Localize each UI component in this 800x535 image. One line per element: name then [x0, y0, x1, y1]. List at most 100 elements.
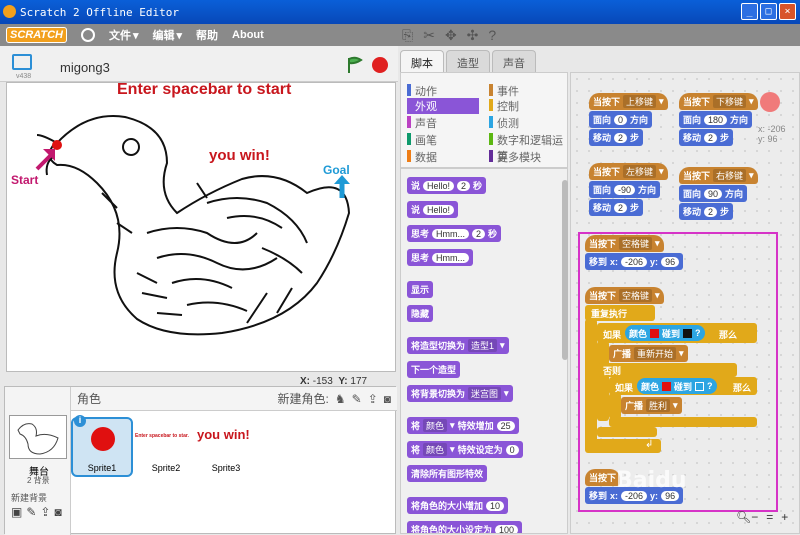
- sprite-upload-icon[interactable]: ⇪: [368, 392, 378, 406]
- script-down-point[interactable]: 面向 180 方向: [679, 111, 753, 128]
- category-events[interactable]: 事件: [489, 83, 519, 99]
- sprite-paint-icon[interactable]: ✎: [352, 392, 362, 406]
- script-up-move[interactable]: 移动 2 步: [589, 129, 644, 146]
- sprite-header: 角色 新建角色: ♞ ✎ ⇪ ◙: [71, 387, 397, 411]
- block-palette: 说 Hello! 2 秒 说 Hello! 思考 Hmm... 2 秒 思考 Hmm... 显示…: [400, 168, 568, 534]
- sprite-pane: 舞台 2 背景 新建背景 ▣ ✎ ⇪ ◙ 角色 新建角色: ♞ ✎ ⇪ ◙ i …: [4, 386, 397, 535]
- backdrop-paint-icon[interactable]: ✎: [26, 505, 36, 519]
- watermark: Baidu: [616, 468, 687, 493]
- sprite3-thumb-text: you win!: [197, 427, 250, 442]
- script-right-move[interactable]: 移动 2 步: [679, 203, 734, 220]
- palette-scrollbar[interactable]: [562, 180, 568, 360]
- block-next-costume[interactable]: 下一个造型: [407, 361, 461, 378]
- stop-icon[interactable]: [372, 57, 388, 73]
- backdrop-camera-icon[interactable]: ◙: [54, 505, 61, 519]
- script-right-point[interactable]: 面向 90 方向: [679, 185, 748, 202]
- stage-backdrop-count: 2 背景: [27, 476, 50, 485]
- stage-canvas[interactable]: Enter spacebar to start you win! Start G…: [6, 82, 396, 372]
- stage-column: 舞台 2 背景 新建背景 ▣ ✎ ⇪ ◙: [5, 387, 71, 535]
- new-backdrop-tools: ▣ ✎ ⇪ ◙: [11, 505, 62, 519]
- sprite-library-icon[interactable]: ♞: [335, 392, 346, 406]
- block-change-effect[interactable]: 将颜色 ▾ 特效增加 25: [407, 417, 519, 434]
- maximize-button[interactable]: □: [760, 3, 777, 20]
- script-up-hat[interactable]: 当按下 上移键 ▾: [589, 93, 668, 110]
- category-sound[interactable]: 声音: [407, 115, 437, 131]
- globe-icon[interactable]: [80, 28, 95, 42]
- stage-thumbnail[interactable]: [9, 415, 67, 459]
- menu-edit[interactable]: 编辑: [153, 27, 175, 43]
- zoom-in-icon[interactable]: +: [781, 510, 788, 524]
- sprite-preview-ball: [760, 92, 780, 112]
- script-left-hat[interactable]: 当按下 左移键 ▾: [589, 163, 668, 180]
- version-label: v438: [16, 73, 32, 80]
- block-categories: 动作 外观 声音 画笔 数据 事件 控制 侦测 数字和逻辑运算 更多模块: [400, 72, 568, 168]
- script-down-hat[interactable]: 当按下 下移键 ▾: [679, 93, 758, 110]
- minimize-button[interactable]: _: [741, 3, 758, 20]
- sprite-name: Sprite3: [211, 463, 241, 473]
- green-flag-icon[interactable]: [346, 56, 364, 74]
- script-right-hat[interactable]: 当按下 右移键 ▾: [679, 167, 758, 184]
- block-set-effect[interactable]: 将颜色 ▾ 特效设定为 0: [407, 441, 523, 458]
- sprite2-thumb-text: Enter spacebar to star.: [135, 433, 189, 439]
- sprite-coords: x: -206 y: 96: [758, 124, 786, 144]
- menu-about[interactable]: About: [232, 29, 264, 41]
- sprite-name: Sprite1: [87, 463, 117, 473]
- block-set-size[interactable]: 将角色的大小设定为 100: [407, 521, 523, 533]
- backdrop-upload-icon[interactable]: ⇪: [40, 505, 50, 519]
- zoom-reset-icon[interactable]: =: [766, 510, 773, 524]
- project-name[interactable]: migong3: [60, 60, 110, 75]
- delete-icon[interactable]: ✂: [423, 27, 435, 44]
- sprite-name: Sprite2: [151, 463, 181, 473]
- zoom-out-icon[interactable]: 🔍︎−: [736, 510, 758, 524]
- category-looks[interactable]: 外观: [407, 98, 479, 114]
- category-more-blocks[interactable]: 更多模块: [489, 149, 541, 165]
- new-sprite-label: 新建角色:: [277, 392, 329, 406]
- block-hide[interactable]: 隐藏: [407, 305, 434, 322]
- stage-header: v438 migong3: [0, 46, 398, 82]
- duplicate-icon[interactable]: ⎘: [402, 27, 413, 44]
- block-say[interactable]: 说 Hello!: [407, 201, 459, 218]
- category-motion[interactable]: 动作: [407, 83, 437, 99]
- shrink-icon[interactable]: ✣: [467, 27, 479, 44]
- block-change-size[interactable]: 将角色的大小增加 10: [407, 497, 509, 514]
- script-left-point[interactable]: 面向 -90 方向: [589, 181, 661, 198]
- block-switch-backdrop[interactable]: 将背景切换为 迷宫图 ▾: [407, 385, 513, 402]
- block-think[interactable]: 思考 Hmm...: [407, 249, 474, 266]
- sprite-tile-3[interactable]: you win! Sprite3: [195, 417, 257, 477]
- category-control[interactable]: 控制: [489, 98, 519, 114]
- block-show[interactable]: 显示: [407, 281, 434, 298]
- block-switch-costume[interactable]: 将造型切换为 造型1 ▾: [407, 337, 509, 354]
- new-backdrop-label: 新建背景: [11, 493, 48, 503]
- window-titlebar: Scratch 2 Offline Editor _ □ ×: [0, 0, 800, 24]
- script-left-move[interactable]: 移动 2 步: [589, 199, 644, 216]
- menu-file[interactable]: 文件: [109, 27, 131, 43]
- grow-icon[interactable]: ✥: [445, 27, 457, 44]
- category-data[interactable]: 数据: [407, 149, 437, 165]
- sprites-heading: 角色: [77, 392, 102, 406]
- category-pen[interactable]: 画笔: [407, 132, 437, 148]
- menu-bar: SCRATCH 文件 ▾ 编辑 ▾ 帮助 About: [0, 24, 800, 46]
- script-up-point[interactable]: 面向 0 方向: [589, 111, 653, 128]
- close-button[interactable]: ×: [779, 3, 796, 20]
- block-say-for-secs[interactable]: 说 Hello! 2 秒: [407, 177, 487, 194]
- menu-help[interactable]: 帮助: [196, 27, 218, 43]
- sprite-camera-icon[interactable]: ◙: [384, 392, 391, 406]
- window-title: Scratch 2 Offline Editor: [20, 5, 179, 19]
- category-sensing[interactable]: 侦测: [489, 115, 519, 131]
- script-down-move[interactable]: 移动 2 步: [679, 129, 734, 146]
- app-icon: [3, 5, 16, 18]
- maze-duck-drawing: [35, 115, 351, 336]
- fullscreen-icon[interactable]: [12, 54, 32, 70]
- zoom-controls: 🔍︎− = +: [736, 510, 788, 524]
- block-clear-effects[interactable]: 清除所有图形特效: [407, 465, 488, 482]
- sprite-tile-1[interactable]: i Sprite1: [71, 415, 133, 477]
- scratch-logo: SCRATCH: [6, 27, 67, 43]
- backdrop-library-icon[interactable]: ▣: [11, 505, 22, 519]
- sprite-tile-2[interactable]: Enter spacebar to star. Sprite2: [135, 417, 197, 477]
- help-icon[interactable]: ?: [488, 27, 496, 44]
- block-think-for-secs[interactable]: 思考 Hmm... 2 秒: [407, 225, 502, 242]
- window-controls: _ □ ×: [741, 3, 796, 20]
- sprite1-thumb: [91, 427, 115, 451]
- info-icon[interactable]: i: [74, 415, 86, 427]
- edit-tools: ⎘ ✂ ✥ ✣ ?: [402, 27, 496, 44]
